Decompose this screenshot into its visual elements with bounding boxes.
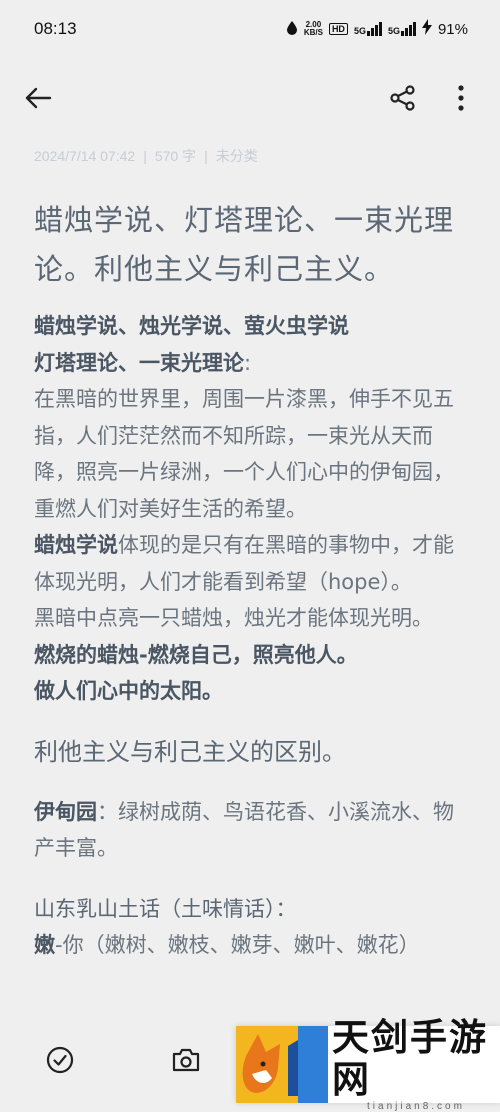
checklist-button[interactable] [44,1044,76,1076]
body-line: 燃烧的蜡烛-燃烧自己，照亮他人。 [34,642,358,667]
body-line: 蜡烛学说、烛光学说、萤火虫学说 [34,314,349,338]
note-meta: 2024/7/14 07:42 | 570 字 | 未分类 [34,148,258,164]
note-body[interactable]: 蜡烛学说、烛光学说、萤火虫学说 灯塔理论、一束光理论: 在黑暗的世界里，周围一片… [34,308,474,963]
note-title[interactable]: 蜡烛学说、灯塔理论、一束光理论。利他主义与利己主义。 [34,196,474,294]
body-paragraph: 在黑暗的世界里，周围一片漆黑，伸手不见五指，人们茫茫然而不知所踪，一束光从天而降… [34,387,454,521]
note-toolbar [0,70,500,126]
checklist-icon [46,1046,74,1074]
back-button[interactable] [20,80,56,116]
section-heading: 利他主义与利己主义的区别。 [34,737,346,766]
body-paragraph: 伊甸园：绿树成荫、鸟语花香、小溪流水、物产丰富。 [34,799,454,861]
watermark-brand: 天剑手游网 [332,1016,488,1101]
battery-level: 91% [437,20,468,38]
share-icon [390,85,415,111]
word-count: 570 字 [154,148,197,164]
network-speed: 2.00 KB/S [303,20,323,37]
arrow-left-icon [25,87,52,109]
status-time: 08:13 [34,19,77,38]
body-paragraph: 黑暗中点亮一只蜡烛，烛光才能体现光明。 [34,606,433,630]
data-saver-icon [286,20,298,39]
camera-icon [172,1048,200,1072]
note-category[interactable]: 未分类 [216,148,258,164]
status-bar: 08:13 2.00 KB/S HD 5G 5G 91% [0,0,500,58]
share-button[interactable] [385,80,421,116]
more-vertical-icon [458,85,464,111]
camera-button[interactable] [170,1044,202,1076]
charging-icon [421,19,432,39]
site-watermark: 天剑手游网 tianjian8.com [236,1017,500,1112]
fox-logo-icon [236,1026,328,1103]
sim2-signal-icon: 5G [388,22,416,36]
note-datetime: 2024/7/14 07:42 [34,148,136,164]
watermark-text: 天剑手游网 tianjian8.com [332,1017,500,1112]
status-icons: 2.00 KB/S HD 5G 5G 91% [286,19,468,39]
body-line: 嫩-你（嫩树、嫩枝、嫩芽、嫩叶、嫩花） [34,932,420,957]
sim1-signal-icon: 5G [354,22,382,36]
body-line: 灯塔理论、一束光理论: [34,350,252,375]
body-line: 做人们心中的太阳。 [34,679,223,703]
hd-voice-badge: HD [328,23,348,35]
section-heading: 山东乳山土话（土味情话）： [34,896,297,921]
body-paragraph: 蜡烛学说体现的是只有在黑暗的事物中，才能体现光明，人们才能看到希望（hope）。 [34,533,454,594]
more-options-button[interactable] [443,80,479,116]
